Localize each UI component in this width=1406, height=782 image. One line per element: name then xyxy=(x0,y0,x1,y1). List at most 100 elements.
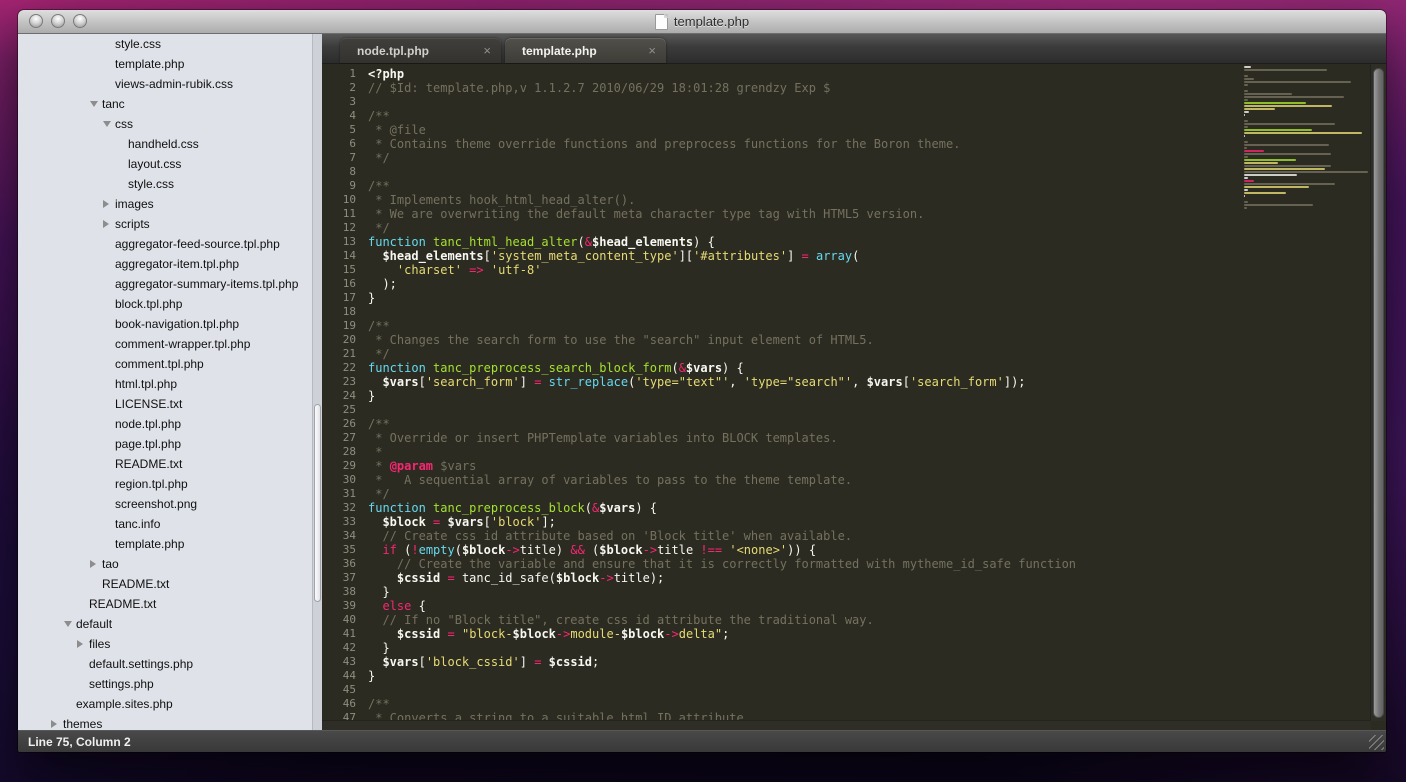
sidebar-item-images[interactable]: images xyxy=(18,194,313,214)
sidebar-item-region.tpl.php[interactable]: region.tpl.php xyxy=(18,474,313,494)
code-line-37[interactable]: $cssid = tanc_id_safe($block->title); xyxy=(368,571,1076,585)
sidebar-item-tanc.info[interactable]: tanc.info xyxy=(18,514,313,534)
code-line-28[interactable]: * xyxy=(368,445,1076,459)
sidebar-item-template.php[interactable]: template.php xyxy=(18,54,313,74)
sidebar-item-LICENSE.txt[interactable]: LICENSE.txt xyxy=(18,394,313,414)
disclosure-triangle-icon[interactable] xyxy=(103,200,115,208)
code-line-19[interactable]: /** xyxy=(368,319,1076,333)
code-line-32[interactable]: function tanc_preprocess_block(&$vars) { xyxy=(368,501,1076,515)
code-line-15[interactable]: 'charset' => 'utf-8' xyxy=(368,263,1076,277)
code-line-2[interactable]: // $Id: template.php,v 1.1.2.7 2010/06/2… xyxy=(368,81,1076,95)
sidebar-item-style.css[interactable]: style.css xyxy=(18,34,313,54)
sidebar-item-tao[interactable]: tao xyxy=(18,554,313,574)
sidebar-item-example.sites.php[interactable]: example.sites.php xyxy=(18,694,313,714)
sidebar-item-template.php[interactable]: template.php xyxy=(18,534,313,554)
horizontal-scrollbar[interactable] xyxy=(322,720,1371,730)
resize-grip[interactable] xyxy=(1369,735,1384,750)
sidebar-item-tanc[interactable]: tanc xyxy=(18,94,313,114)
code-line-7[interactable]: */ xyxy=(368,151,1076,165)
code-line-8[interactable] xyxy=(368,165,1076,179)
code-line-5[interactable]: * @file xyxy=(368,123,1076,137)
code-line-24[interactable]: } xyxy=(368,389,1076,403)
sidebar-item-style.css[interactable]: style.css xyxy=(18,174,313,194)
sidebar-item-screenshot.png[interactable]: screenshot.png xyxy=(18,494,313,514)
code-line-34[interactable]: // Create css id attribute based on 'Blo… xyxy=(368,529,1076,543)
code-line-21[interactable]: */ xyxy=(368,347,1076,361)
code-line-25[interactable] xyxy=(368,403,1076,417)
code-line-36[interactable]: // Create the variable and ensure that i… xyxy=(368,557,1076,571)
code-line-20[interactable]: * Changes the search form to use the "se… xyxy=(368,333,1076,347)
code-line-17[interactable]: } xyxy=(368,291,1076,305)
sidebar-item-block.tpl.php[interactable]: block.tpl.php xyxy=(18,294,313,314)
sidebar-item-page.tpl.php[interactable]: page.tpl.php xyxy=(18,434,313,454)
minimap[interactable] xyxy=(1242,66,1370,720)
sidebar-item-layout.css[interactable]: layout.css xyxy=(18,154,313,174)
sidebar-item-scripts[interactable]: scripts xyxy=(18,214,313,234)
sidebar-scrollbar-thumb[interactable] xyxy=(314,404,321,602)
code-line-12[interactable]: */ xyxy=(368,221,1076,235)
sidebar-item-comment.tpl.php[interactable]: comment.tpl.php xyxy=(18,354,313,374)
sidebar-item-themes[interactable]: themes xyxy=(18,714,313,730)
code-area[interactable]: <?php// $Id: template.php,v 1.1.2.7 2010… xyxy=(368,64,1076,730)
vertical-scrollbar[interactable] xyxy=(1370,64,1386,721)
sidebar-item-aggregator-summary-items.tpl.php[interactable]: aggregator-summary-items.tpl.php xyxy=(18,274,313,294)
code-line-43[interactable]: $vars['block_cssid'] = $cssid; xyxy=(368,655,1076,669)
sidebar-item-html.tpl.php[interactable]: html.tpl.php xyxy=(18,374,313,394)
sidebar-item-node.tpl.php[interactable]: node.tpl.php xyxy=(18,414,313,434)
disclosure-triangle-icon[interactable] xyxy=(103,220,115,228)
disclosure-triangle-icon[interactable] xyxy=(90,560,102,568)
tab-close-icon[interactable]: × xyxy=(483,44,491,57)
code-editor[interactable]: 1234567891011121314151617181920212223242… xyxy=(322,64,1386,730)
code-line-16[interactable]: ); xyxy=(368,277,1076,291)
code-line-22[interactable]: function tanc_preprocess_search_block_fo… xyxy=(368,361,1076,375)
sidebar-item-settings.php[interactable]: settings.php xyxy=(18,674,313,694)
code-line-29[interactable]: * @param $vars xyxy=(368,459,1076,473)
sidebar-item-book-navigation.tpl.php[interactable]: book-navigation.tpl.php xyxy=(18,314,313,334)
sidebar-item-css[interactable]: css xyxy=(18,114,313,134)
code-line-40[interactable]: // If no "Block title", create css id at… xyxy=(368,613,1076,627)
code-line-39[interactable]: else { xyxy=(368,599,1076,613)
code-line-3[interactable] xyxy=(368,95,1076,109)
code-line-6[interactable]: * Contains theme override functions and … xyxy=(368,137,1076,151)
vertical-scrollbar-thumb[interactable] xyxy=(1373,68,1384,718)
sidebar-item-aggregator-item.tpl.php[interactable]: aggregator-item.tpl.php xyxy=(18,254,313,274)
disclosure-triangle-icon[interactable] xyxy=(77,640,89,648)
code-line-38[interactable]: } xyxy=(368,585,1076,599)
tab-node.tpl.php[interactable]: node.tpl.php× xyxy=(340,38,501,63)
disclosure-triangle-icon[interactable] xyxy=(103,121,115,127)
sidebar-item-default[interactable]: default xyxy=(18,614,313,634)
code-line-46[interactable]: /** xyxy=(368,697,1076,711)
sidebar-item-handheld.css[interactable]: handheld.css xyxy=(18,134,313,154)
sidebar-scrollbar[interactable] xyxy=(312,34,322,730)
window-titlebar[interactable]: template.php xyxy=(18,10,1386,34)
code-line-11[interactable]: * We are overwriting the default meta ch… xyxy=(368,207,1076,221)
sidebar-item-files[interactable]: files xyxy=(18,634,313,654)
code-line-13[interactable]: function tanc_html_head_alter(&$head_ele… xyxy=(368,235,1076,249)
tab-template.php[interactable]: template.php× xyxy=(505,38,666,63)
code-line-27[interactable]: * Override or insert PHPTemplate variabl… xyxy=(368,431,1076,445)
code-line-23[interactable]: $vars['search_form'] = str_replace('type… xyxy=(368,375,1076,389)
code-line-9[interactable]: /** xyxy=(368,179,1076,193)
code-line-44[interactable]: } xyxy=(368,669,1076,683)
code-line-31[interactable]: */ xyxy=(368,487,1076,501)
code-line-42[interactable]: } xyxy=(368,641,1076,655)
sidebar-item-aggregator-feed-source.tpl.php[interactable]: aggregator-feed-source.tpl.php xyxy=(18,234,313,254)
disclosure-triangle-icon[interactable] xyxy=(51,720,63,728)
code-line-33[interactable]: $block = $vars['block']; xyxy=(368,515,1076,529)
disclosure-triangle-icon[interactable] xyxy=(90,101,102,107)
code-line-10[interactable]: * Implements hook_html_head_alter(). xyxy=(368,193,1076,207)
sidebar-item-README.txt[interactable]: README.txt xyxy=(18,574,313,594)
sidebar-item-views-admin-rubik.css[interactable]: views-admin-rubik.css xyxy=(18,74,313,94)
disclosure-triangle-icon[interactable] xyxy=(64,621,76,627)
code-line-26[interactable]: /** xyxy=(368,417,1076,431)
code-line-41[interactable]: $cssid = "block-$block->module-$block->d… xyxy=(368,627,1076,641)
code-line-14[interactable]: $head_elements['system_meta_content_type… xyxy=(368,249,1076,263)
code-line-4[interactable]: /** xyxy=(368,109,1076,123)
sidebar-item-comment-wrapper.tpl.php[interactable]: comment-wrapper.tpl.php xyxy=(18,334,313,354)
sidebar-item-README.txt[interactable]: README.txt xyxy=(18,454,313,474)
code-line-35[interactable]: if (!empty($block->title) && ($block->ti… xyxy=(368,543,1076,557)
sidebar-item-default.settings.php[interactable]: default.settings.php xyxy=(18,654,313,674)
code-line-18[interactable] xyxy=(368,305,1076,319)
code-line-1[interactable]: <?php xyxy=(368,67,1076,81)
sidebar-item-README.txt[interactable]: README.txt xyxy=(18,594,313,614)
